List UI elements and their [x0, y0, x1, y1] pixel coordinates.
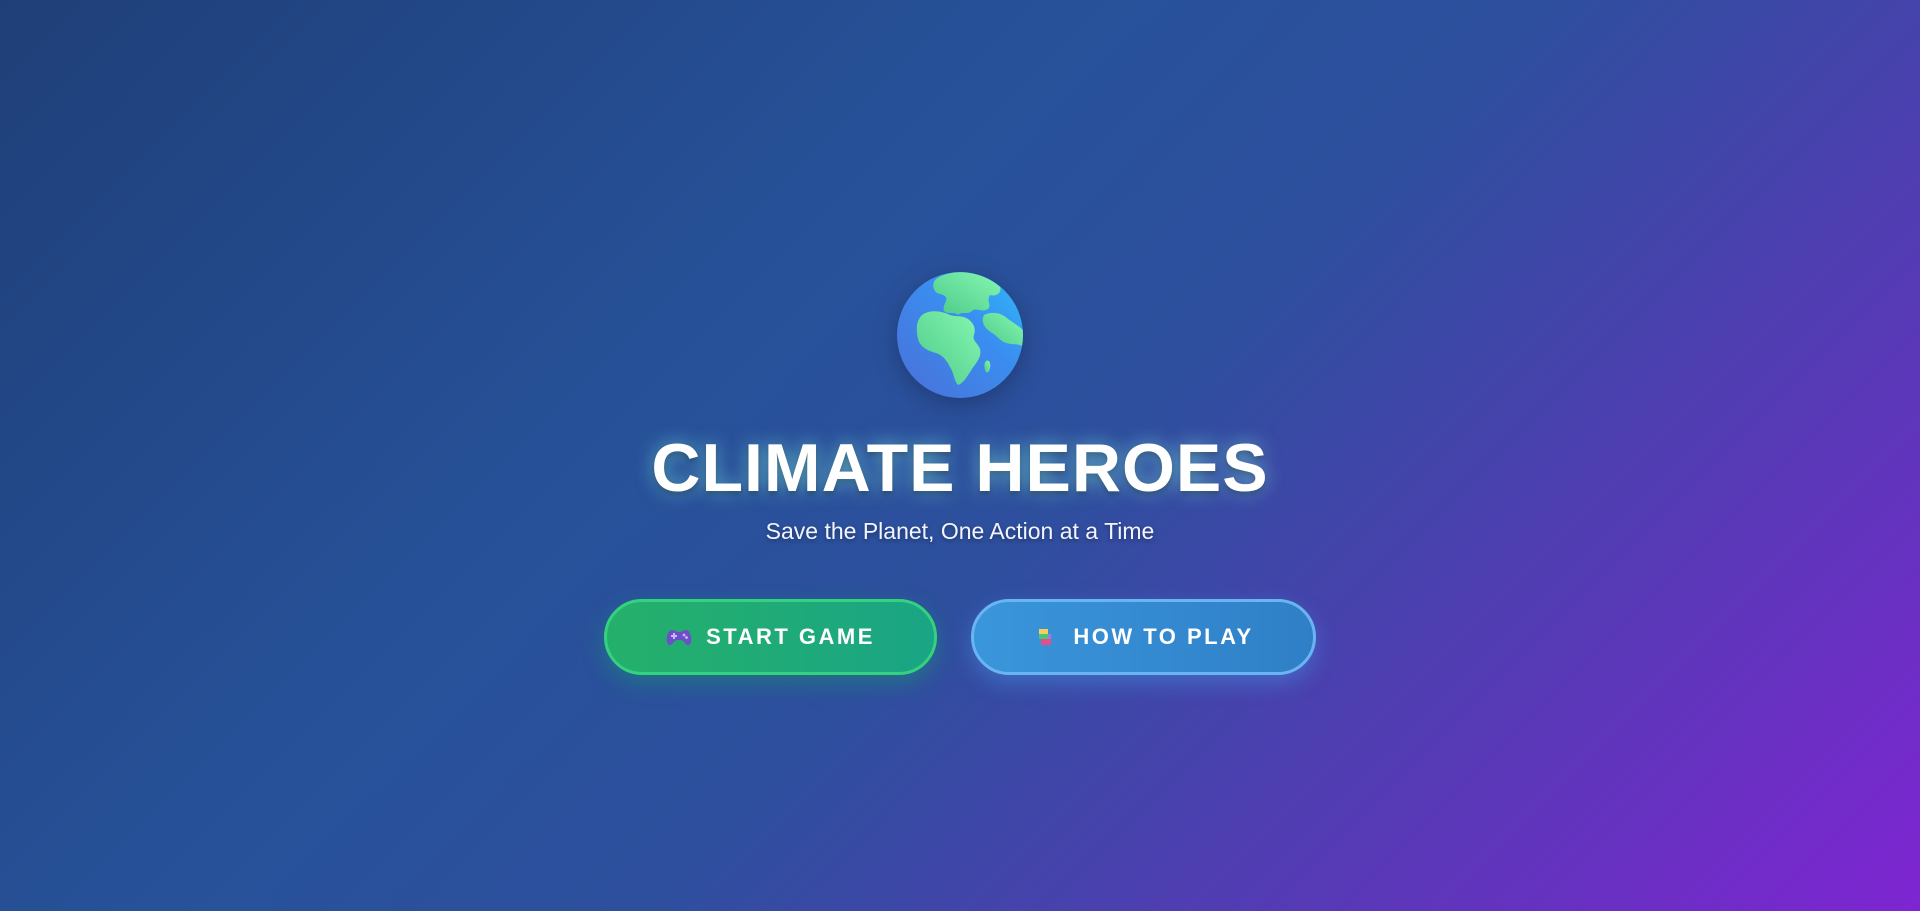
game-title: CLIMATE HEROES — [651, 430, 1269, 506]
game-controller-icon — [666, 630, 692, 646]
how-to-play-label: HOW TO PLAY — [1073, 624, 1254, 649]
title-screen: CLIMATE HEROES Save the Planet, One Acti… — [0, 0, 1920, 911]
game-subtitle: Save the Planet, One Action at a Time — [765, 518, 1155, 544]
start-game-button[interactable]: START GAME — [604, 599, 937, 675]
books-icon — [1039, 629, 1052, 645]
how-to-play-button[interactable]: HOW TO PLAY — [971, 599, 1316, 675]
start-game-label: START GAME — [706, 624, 875, 649]
globe-icon — [897, 272, 1023, 398]
